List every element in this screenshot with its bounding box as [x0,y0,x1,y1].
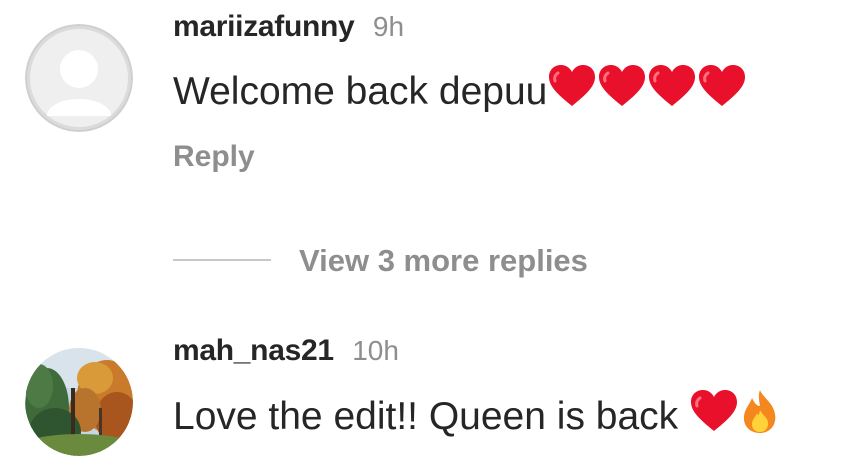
reply-button[interactable]: Reply [173,142,255,172]
replies-divider-line [173,259,271,261]
comment-username[interactable]: mariizafunny [173,10,355,43]
view-more-replies-label: View 3 more replies [299,242,588,278]
comment-text: Welcome back depuu [173,65,747,115]
user-avatar-image [25,348,133,456]
comment-item: mariizafunny 9h Welcome back depuu Reply [0,0,868,200]
comment-body: Welcome back depuu [173,70,548,113]
avatar-photo[interactable] [25,348,133,456]
avatar-placeholder[interactable] [25,24,133,132]
fire-emoji-icon [739,388,781,441]
comment-item: mah_nas21 10h Love the edit!! Queen is b… [0,320,868,462]
comment-username[interactable]: mah_nas21 [173,334,334,367]
default-avatar-icon [25,24,133,132]
comment-body: Love the edit!! Queen is back [173,394,689,438]
comment-timestamp: 10h [352,335,399,366]
view-more-replies-button[interactable]: View 3 more replies [173,242,588,278]
red-heart-emoji-icon [547,64,597,115]
red-heart-emoji-icon [697,64,747,115]
red-heart-emoji-icon [647,64,697,115]
red-heart-emoji-icon [597,64,647,115]
comment-meta: mariizafunny 9h [173,12,404,42]
comment-timestamp: 9h [372,11,405,42]
red-heart-emoji-icon [689,389,739,440]
comment-meta: mah_nas21 10h [173,336,399,366]
comment-text: Love the edit!! Queen is back [173,390,781,441]
